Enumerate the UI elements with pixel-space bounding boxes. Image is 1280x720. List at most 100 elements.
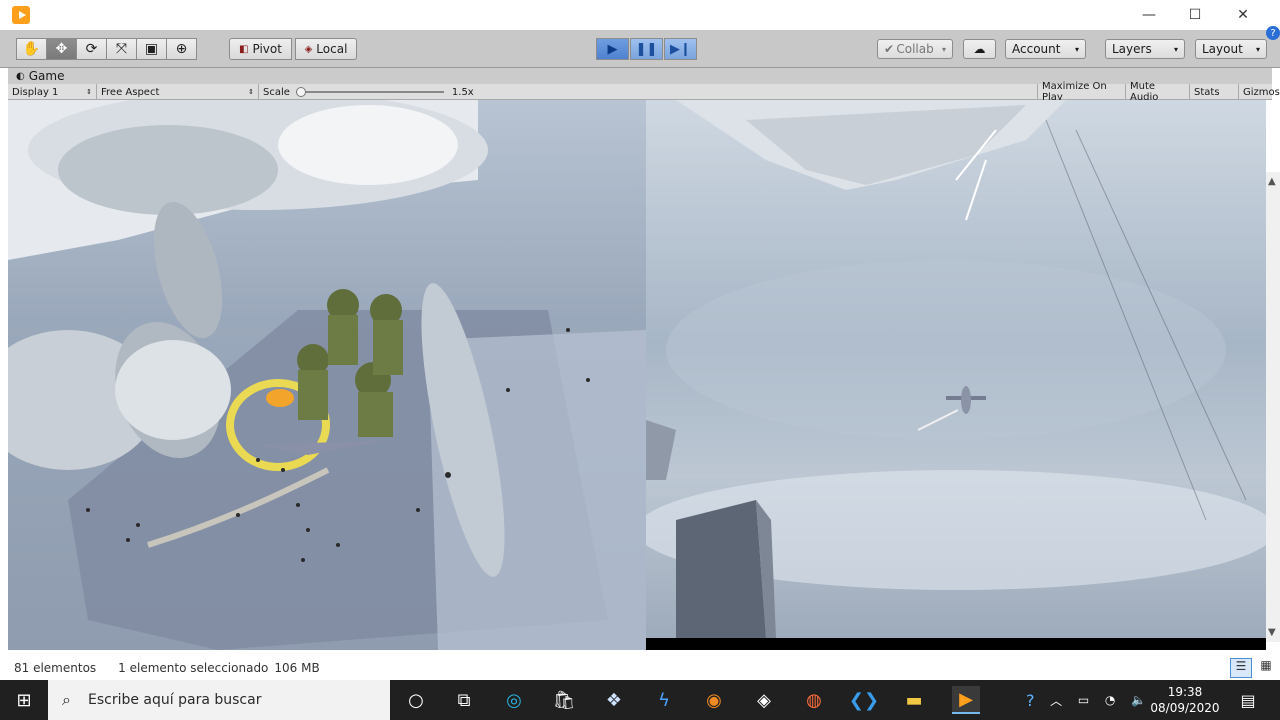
play-icon: ▶ [607,41,618,57]
transform-tools: ✋ ✥ ⟳ ⤧ ▣ ⊕ [16,38,197,60]
close-button[interactable]: ✕ [1220,0,1266,30]
taskbar-search-input[interactable]: ⌕ Escribe aquí para buscar [48,680,390,720]
edge-icon[interactable]: ◎ [502,688,526,712]
scroll-up-icon[interactable]: ▲ [1268,176,1276,187]
system-tray: ? ︿ ▭ ◔ 🔈 [1026,680,1146,720]
move-tool-icon[interactable]: ✥ [46,38,77,60]
clock-time: 19:38 [1167,685,1203,699]
collab-dropdown[interactable]: ✔ Collab ▾ [877,39,953,59]
scale-control: Scale 1.5x [263,84,474,100]
pivot-controls: ◧ Pivot ◈ Local [229,38,357,60]
game-scene-right [646,100,1266,638]
store-icon[interactable]: 🛍 [552,688,576,712]
layout-label: Layout [1202,42,1243,56]
vscode-icon[interactable]: ❮❯ [849,688,879,712]
layers-label: Layers [1112,42,1152,56]
unity-editor-taskbar-icon[interactable]: ▶ [952,686,980,714]
step-icon: ▶❙ [670,41,691,57]
vertical-scrollbar[interactable]: ▲ ▼ [1266,172,1280,642]
game-view-icon: ◐ [16,70,25,82]
windows-start-icon[interactable]: ⊞ [12,688,36,712]
stats-toggle[interactable]: Stats [1190,84,1239,100]
minimize-button[interactable]: — [1126,0,1172,30]
chevron-up-icon[interactable]: ︿ [1050,692,1062,709]
clock[interactable]: 19:38 08/09/2020 [1150,684,1220,716]
item-count: 81 elementos [14,661,97,675]
scale-label: Scale [263,86,290,98]
selection-count: 1 elemento seleccionado [118,661,269,675]
cloud-button[interactable]: ☁ [963,39,996,59]
game-viewport-left[interactable] [8,100,646,650]
game-view-controls: Display 1 ⇕ Free Aspect ⇕ Scale 1.5x Max… [8,81,1280,103]
pause-button[interactable]: ❚❚ [630,38,663,60]
windows-taskbar: ⊞ ⌕ Escribe aquí para buscar ○ ⧉ ◎ 🛍 ❖ ϟ… [0,680,1280,720]
gizmos-toggle[interactable]: Gizmos [1239,84,1280,100]
search-icon: ⌕ [62,690,71,709]
scroll-down-icon[interactable]: ▼ [1268,627,1276,638]
help-tray-icon[interactable]: ? [1026,691,1035,710]
pivot-label: Pivot [252,42,282,56]
local-label: Local [316,42,348,56]
clock-date: 08/09/2020 [1150,701,1220,715]
game-scene-left [8,100,646,650]
transform-tool-icon[interactable]: ⊕ [166,38,197,60]
notifications-icon[interactable]: ▤ [1236,688,1260,712]
account-dropdown[interactable]: Account ▾ [1005,39,1086,59]
game-tab-label: Game [28,69,65,83]
display-label: Display 1 [12,86,59,98]
pivot-button[interactable]: ◧ Pivot [229,38,292,60]
details-view-icon[interactable]: ☰ [1230,658,1252,678]
help-icon[interactable]: ? [1266,26,1280,40]
aspect-label: Free Aspect [101,86,160,98]
file-explorer-icon[interactable]: ▬ [902,688,926,712]
play-controls: ▶ ❚❚ ▶❙ [596,38,697,60]
unity-toolbar: ✋ ✥ ⟳ ⤧ ▣ ⊕ ◧ Pivot ◈ Local ▶ ❚❚ ▶❙ ✔ Co… [0,26,1280,68]
aspect-select[interactable]: Free Aspect ⇕ [97,84,259,100]
explorer-status-bar: 81 elementos 1 elemento seleccionado 106… [0,656,1280,680]
dropbox-icon[interactable]: ❖ [602,688,626,712]
local-icon: ◈ [304,43,313,55]
collab-check-icon: ✔ [884,42,895,56]
battery-icon[interactable]: ▭ [1078,693,1089,707]
layout-dropdown[interactable]: Layout ▾ [1195,39,1267,59]
up-down-icon: ⇕ [248,88,254,96]
collab-label: Collab [896,42,934,56]
chevron-down-icon: ▾ [1255,44,1260,54]
up-down-icon: ⇕ [86,88,92,96]
scale-slider-thumb[interactable] [295,87,306,97]
unity-app-icon [12,6,30,24]
firefox-icon[interactable]: ◍ [802,688,826,712]
stats-label: Stats [1194,86,1220,98]
hand-tool-icon[interactable]: ✋ [16,38,47,60]
bolt-app-icon[interactable]: ϟ [652,688,676,712]
volume-icon[interactable]: 🔈 [1131,693,1146,707]
pivot-icon: ◧ [239,43,249,55]
step-button[interactable]: ▶❙ [664,38,697,60]
chevron-down-icon: ▾ [1074,44,1079,54]
window-title-bar: — ☐ ✕ [0,0,1280,30]
unity-hub-icon[interactable]: ◈ [752,688,776,712]
wifi-icon[interactable]: ◔ [1105,693,1115,707]
cortana-icon[interactable]: ○ [404,688,428,712]
rotate-tool-icon[interactable]: ⟳ [76,38,107,60]
maximize-button[interactable]: ☐ [1172,0,1218,30]
gizmos-label: Gizmos [1243,86,1280,98]
cloud-icon: ☁ [973,42,986,56]
game-viewport-right[interactable] [646,100,1266,638]
display-select[interactable]: Display 1 ⇕ [8,84,97,100]
mute-audio-toggle[interactable]: Mute Audio [1126,81,1190,103]
task-view-icon[interactable]: ⧉ [452,688,476,712]
layers-dropdown[interactable]: Layers ▾ [1105,39,1185,59]
scale-value: 1.5x [451,86,474,98]
scale-tool-icon[interactable]: ⤧ [106,38,137,60]
tiles-view-icon[interactable]: ▦ [1256,658,1276,678]
local-button[interactable]: ◈ Local [295,38,357,60]
selection-size: 106 MB [274,661,320,675]
blender-icon[interactable]: ◉ [702,688,726,712]
scale-slider[interactable] [295,84,444,100]
rect-tool-icon[interactable]: ▣ [136,38,167,60]
chevron-down-icon: ▾ [941,44,946,54]
play-button[interactable]: ▶ [596,38,629,60]
search-placeholder: Escribe aquí para buscar [88,692,262,708]
maximize-on-play-toggle[interactable]: Maximize On Play [1037,81,1126,103]
